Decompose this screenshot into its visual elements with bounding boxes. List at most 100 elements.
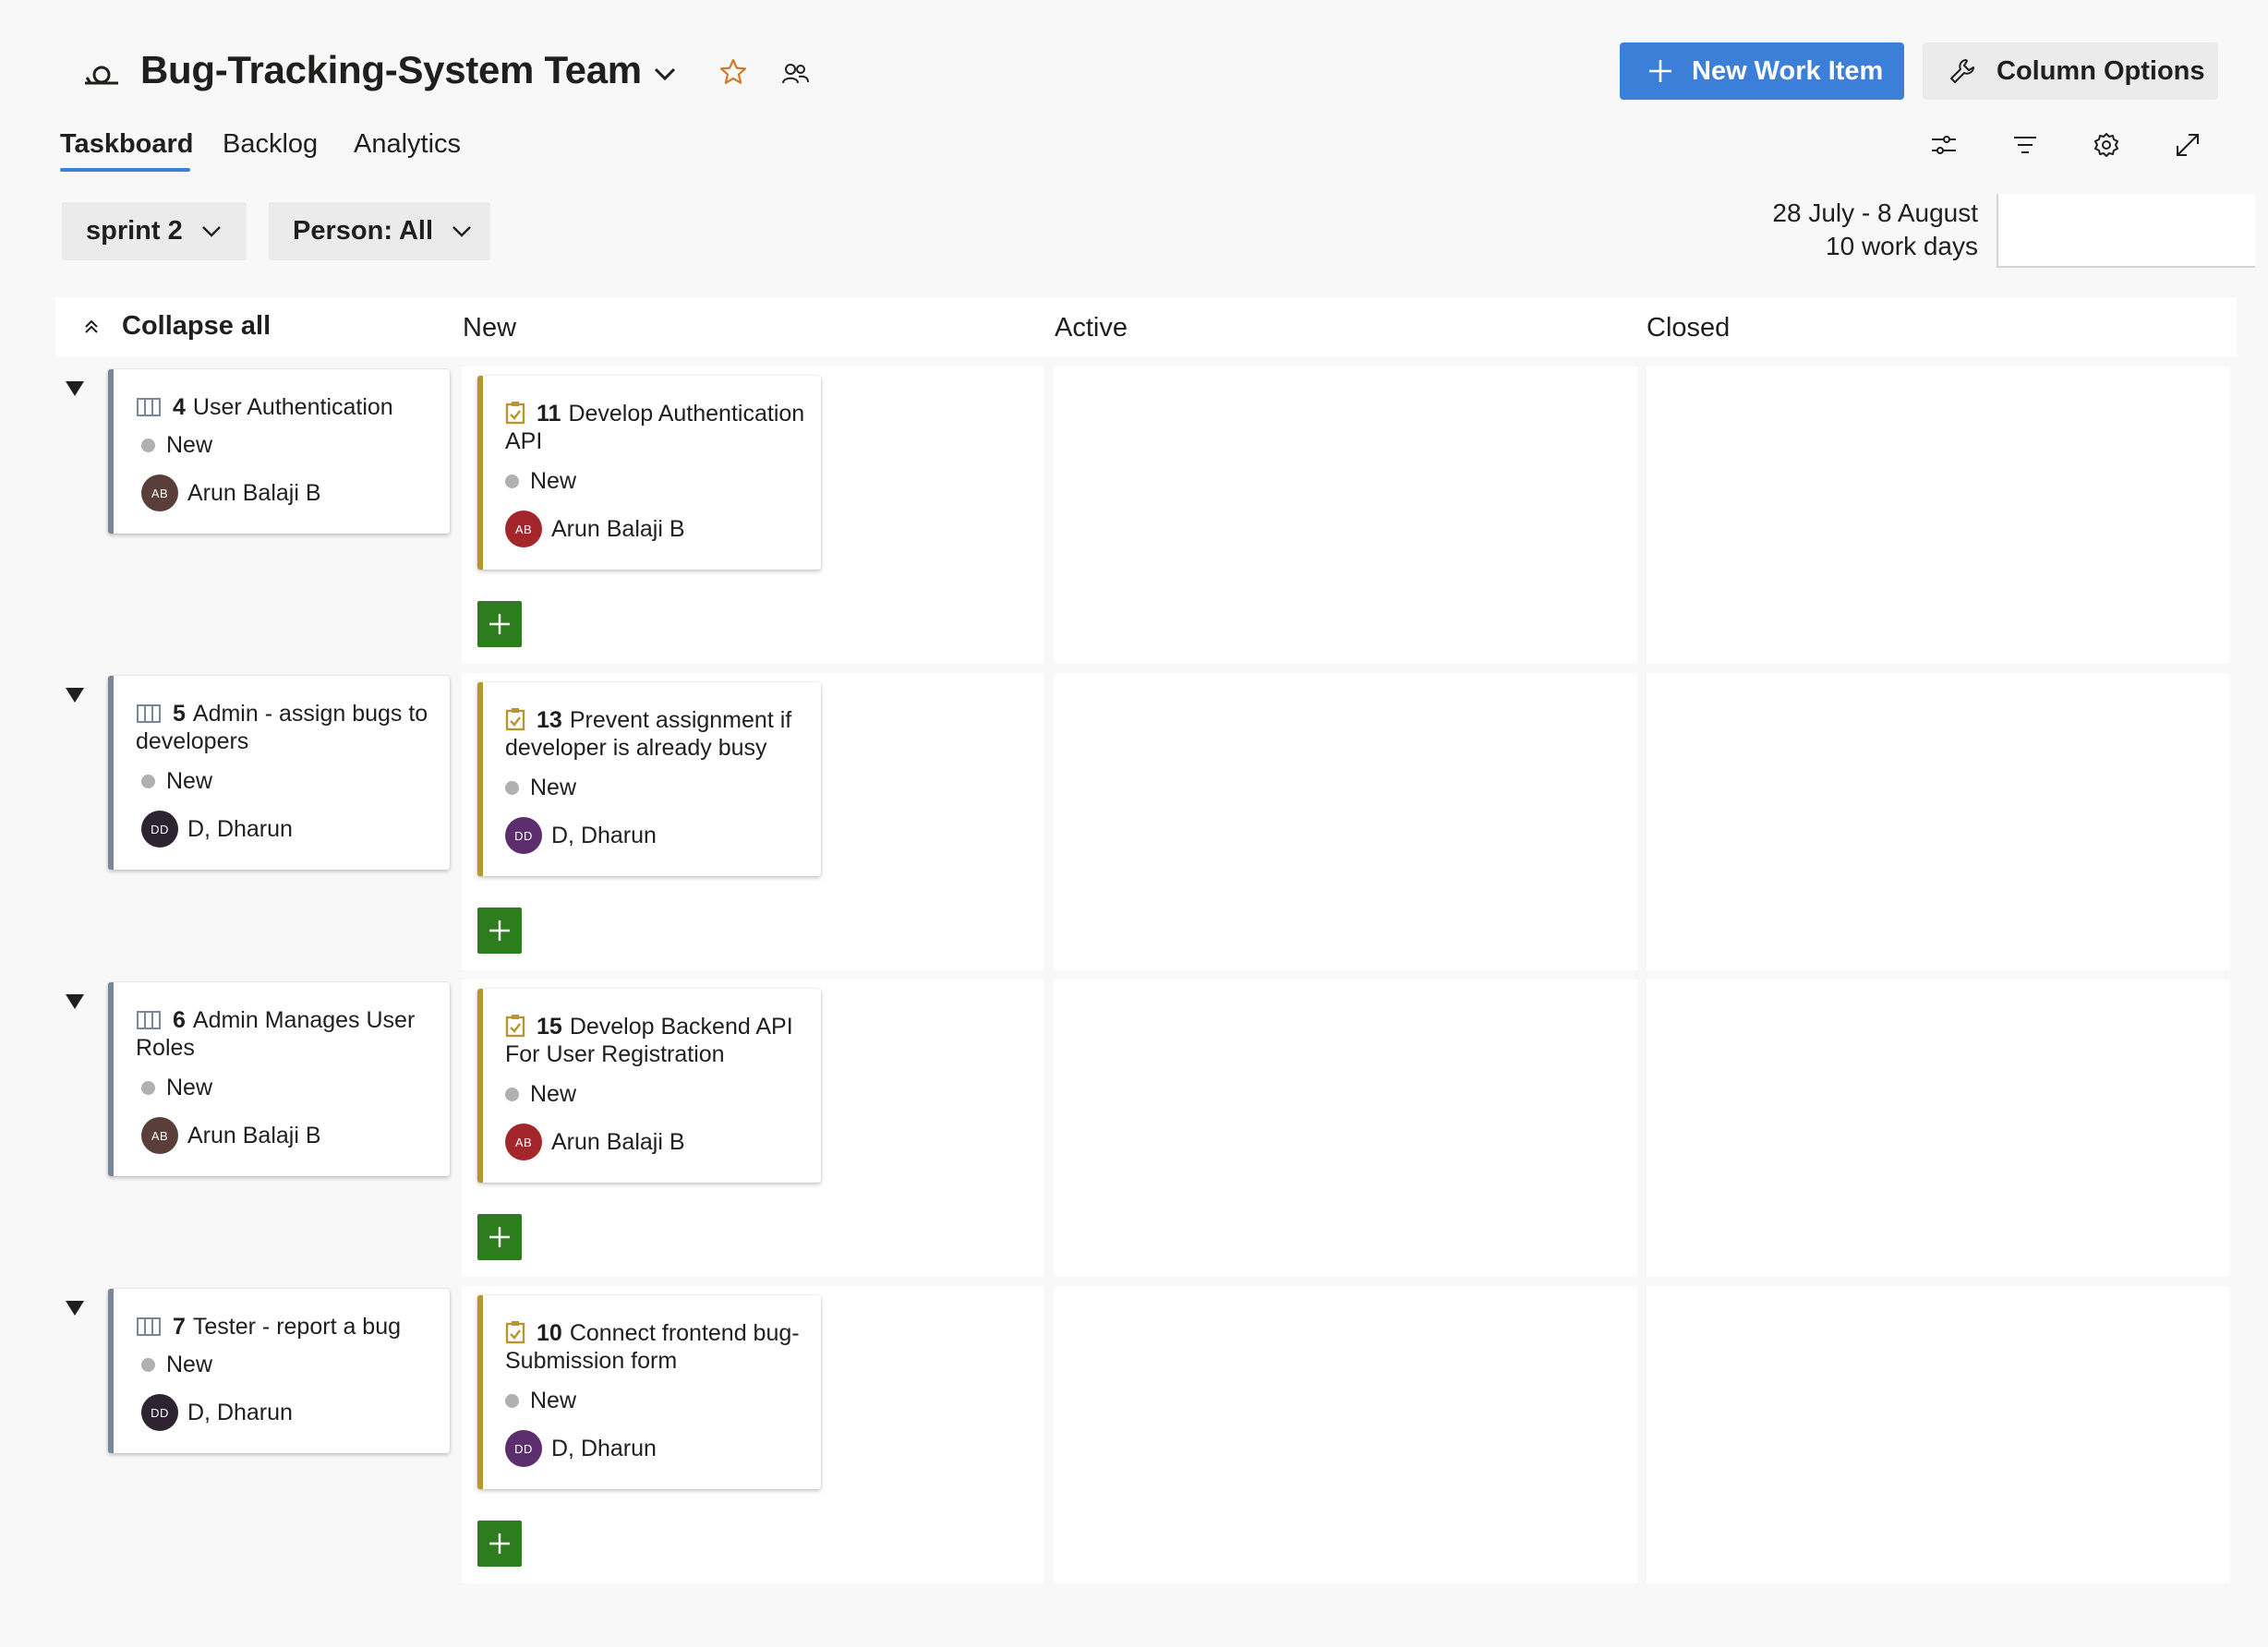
settings-icon[interactable] xyxy=(2091,129,2122,161)
task-title: 13 Prevent assignment if developer is alr… xyxy=(505,706,819,762)
state-dot xyxy=(141,1081,155,1095)
task-state: New xyxy=(505,775,576,801)
story-assignee[interactable]: AB Arun Balaji B xyxy=(141,475,321,511)
tab-backlog[interactable]: Backlog xyxy=(223,129,318,160)
task-assignee[interactable]: AB Arun Balaji B xyxy=(505,511,685,547)
filter-icon[interactable] xyxy=(2009,129,2041,161)
assignee-name: Arun Balaji B xyxy=(551,515,685,542)
state-dot xyxy=(141,1358,155,1372)
task-card[interactable]: 11 Develop Authentication API New AB Arun … xyxy=(477,376,821,570)
plus-icon xyxy=(489,1533,510,1554)
state-dot xyxy=(505,1394,519,1408)
person-filter[interactable]: Person: All xyxy=(269,202,490,260)
story-title: 6 Admin Manages User Roles xyxy=(136,1006,440,1062)
story-card[interactable]: 5 Admin - assign bugs to developers New D… xyxy=(108,676,450,870)
view-options-icon[interactable] xyxy=(1928,129,1960,161)
story-title: 7 Tester - report a bug xyxy=(136,1313,450,1340)
task-card[interactable]: 15 Develop Backend API For User Registrat… xyxy=(477,989,821,1183)
cell-closed xyxy=(1647,980,2230,1277)
story-card[interactable]: 4 User Authentication New AB Arun Balaji B xyxy=(108,369,450,534)
column-options-button[interactable]: Column Options xyxy=(1923,42,2218,100)
page-title: Bug-Tracking-System Team xyxy=(140,48,642,91)
chevron-down-icon xyxy=(452,225,471,237)
cell-active xyxy=(1054,1286,1637,1583)
assignee-name: Arun Balaji B xyxy=(187,479,321,506)
story-state-label: New xyxy=(166,1352,213,1377)
column-header-closed: Closed xyxy=(1647,313,1731,343)
task-state-label: New xyxy=(530,775,577,800)
plus-icon xyxy=(489,1227,510,1247)
story-id: 7 xyxy=(173,1314,186,1340)
team-members-icon[interactable] xyxy=(781,61,809,87)
avatar: DD xyxy=(141,1394,178,1431)
row-collapse-icon[interactable] xyxy=(65,1299,85,1317)
avatar: AB xyxy=(505,511,542,547)
user-story-icon xyxy=(137,398,161,416)
story-state: New xyxy=(141,1352,212,1378)
task-state-label: New xyxy=(530,1388,577,1413)
row-collapse-icon[interactable] xyxy=(65,992,85,1011)
story-card[interactable]: 7 Tester - report a bug New DD D, Dharun xyxy=(108,1289,450,1453)
story-state: New xyxy=(141,432,212,459)
avatar: DD xyxy=(505,817,542,854)
assignee-name: D, Dharun xyxy=(187,815,293,842)
story-state: New xyxy=(141,1075,212,1101)
row-collapse-icon[interactable] xyxy=(65,686,85,704)
task-id: 15 xyxy=(537,1014,562,1040)
task-card[interactable]: 13 Prevent assignment if developer is alr… xyxy=(477,682,821,876)
story-card[interactable]: 6 Admin Manages User Roles New AB Arun Bal… xyxy=(108,982,450,1176)
sprint-selector[interactable]: sprint 2 xyxy=(62,202,247,260)
task-id: 10 xyxy=(537,1320,562,1346)
sprint-date-range: 28 July - 8 August xyxy=(1772,198,1978,227)
favorite-star-icon[interactable] xyxy=(718,57,748,87)
column-header-new: New xyxy=(463,313,517,343)
task-card[interactable]: 10 Connect frontend bug-Submission form N… xyxy=(477,1295,821,1489)
add-task-button[interactable] xyxy=(477,601,522,647)
user-story-icon xyxy=(137,1011,161,1029)
column-options-label: Column Options xyxy=(1997,55,2205,86)
tab-analytics[interactable]: Analytics xyxy=(354,129,461,160)
task-title: 11 Develop Authentication API xyxy=(505,400,810,455)
column-header-active: Active xyxy=(1055,313,1128,343)
task-clipboard-icon xyxy=(505,708,525,731)
plus-icon xyxy=(489,614,510,634)
fullscreen-icon[interactable] xyxy=(2172,129,2203,161)
assignee-name: Arun Balaji B xyxy=(187,1122,321,1148)
state-dot xyxy=(141,439,155,452)
add-task-button[interactable] xyxy=(477,1521,522,1567)
cell-closed xyxy=(1647,367,2230,664)
new-work-item-button[interactable]: New Work Item xyxy=(1620,42,1904,100)
cell-closed xyxy=(1647,673,2230,970)
avatar: DD xyxy=(141,811,178,848)
task-assignee[interactable]: AB Arun Balaji B xyxy=(505,1124,685,1160)
capacity-chart xyxy=(1997,194,2255,268)
task-clipboard-icon xyxy=(505,1015,525,1038)
avatar: AB xyxy=(141,475,178,511)
task-state-label: New xyxy=(530,1081,577,1107)
state-dot xyxy=(505,1088,519,1101)
task-title: 10 Connect frontend bug-Submission form xyxy=(505,1319,810,1375)
add-task-button[interactable] xyxy=(477,1214,522,1260)
state-dot xyxy=(141,775,155,788)
story-assignee[interactable]: AB Arun Balaji B xyxy=(141,1117,321,1154)
chevron-down-icon xyxy=(201,225,221,237)
collapse-all-button[interactable]: Collapse all xyxy=(81,311,271,342)
story-assignee[interactable]: DD D, Dharun xyxy=(141,1394,293,1431)
task-assignee[interactable]: DD D, Dharun xyxy=(505,1430,657,1467)
person-filter-label: Person: All xyxy=(293,216,434,246)
assignee-name: D, Dharun xyxy=(551,1435,657,1461)
story-state-label: New xyxy=(166,432,213,458)
task-clipboard-icon xyxy=(505,1321,525,1344)
add-task-button[interactable] xyxy=(477,908,522,954)
row-collapse-icon[interactable] xyxy=(65,379,85,398)
collapse-all-icon xyxy=(85,319,98,333)
chevron-down-icon[interactable] xyxy=(650,61,680,87)
task-assignee[interactable]: DD D, Dharun xyxy=(505,817,657,854)
story-title-text: Tester - report a bug xyxy=(192,1314,402,1340)
tab-taskboard[interactable]: Taskboard xyxy=(60,129,194,160)
story-state-label: New xyxy=(166,768,213,794)
sprint-work-days: 10 work days xyxy=(1826,232,1978,260)
active-tab-indicator xyxy=(60,168,190,172)
story-assignee[interactable]: DD D, Dharun xyxy=(141,811,293,848)
plus-icon xyxy=(489,920,510,941)
